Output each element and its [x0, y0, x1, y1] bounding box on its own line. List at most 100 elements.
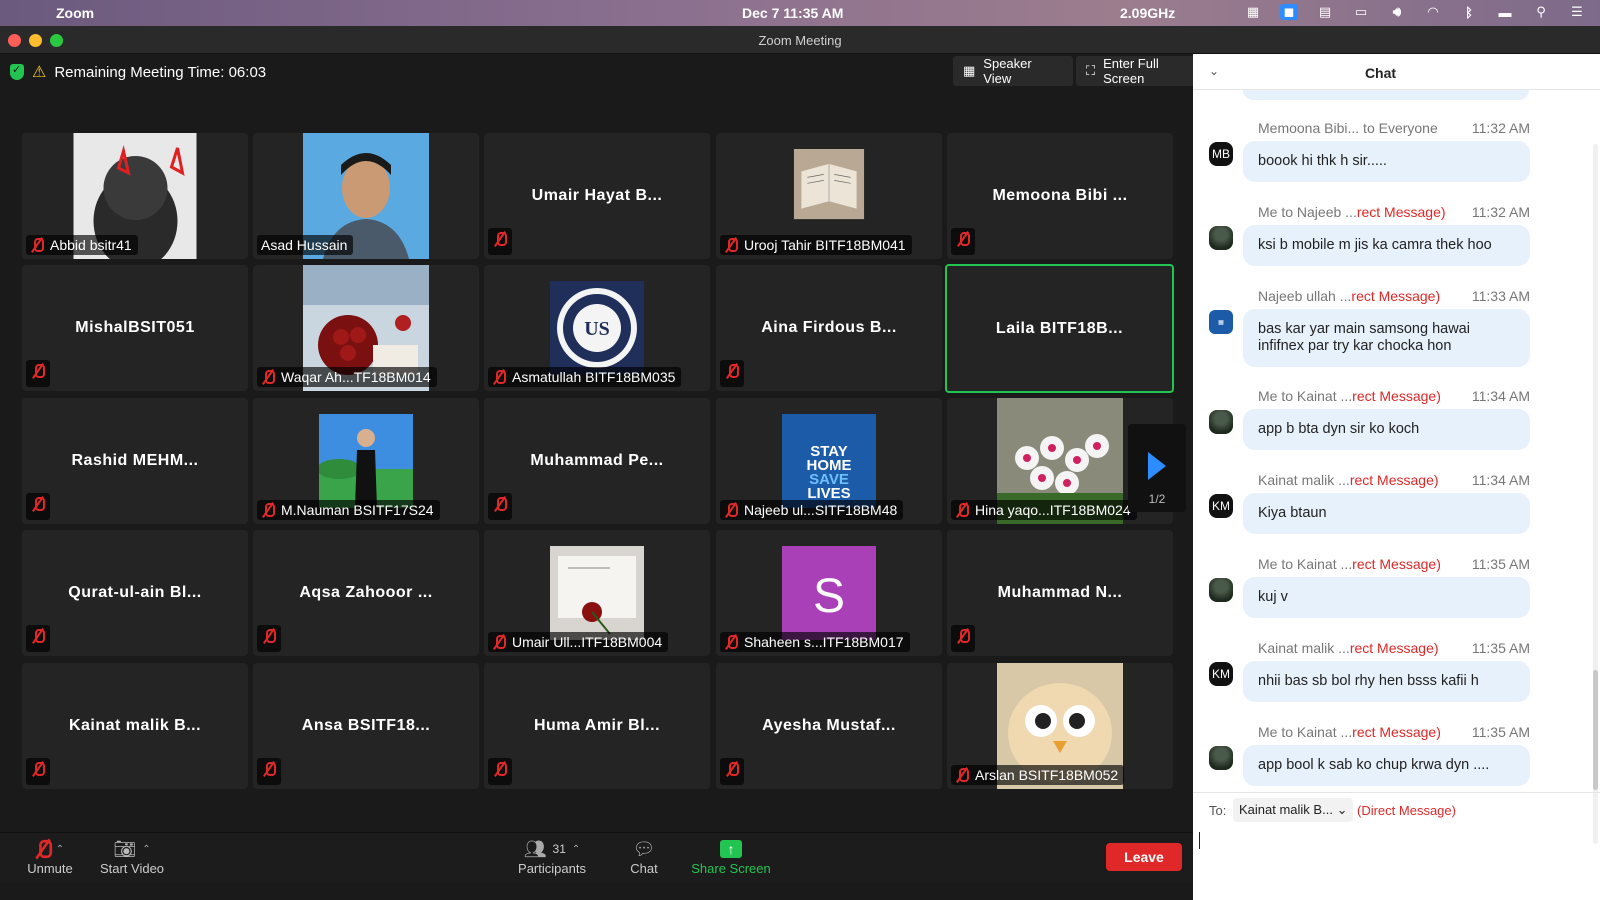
window-title: Zoom Meeting — [758, 33, 842, 48]
participant-photo — [319, 414, 413, 508]
battery-status-icon[interactable]: ▭ — [1352, 4, 1370, 20]
participant-tile[interactable]: US Asmatullah BITF18BM035 — [484, 265, 710, 391]
participant-tile[interactable]: S Shaheen s...ITF18BM017 — [716, 530, 942, 656]
chat-message-list[interactable]: Memoona Bibi... to Everyone 11:32 AM MB b… — [1193, 90, 1588, 840]
participant-tile[interactable]: MishalBSIT051 — [22, 265, 248, 391]
speaker-view-button[interactable]: ▦ Speaker View — [953, 56, 1073, 86]
participant-mute-status — [488, 758, 512, 785]
participant-tile[interactable]: Waqar Ah...TF18BM014 — [253, 265, 479, 391]
avatar: ▦ — [1209, 310, 1233, 334]
app-menu-name[interactable]: Zoom — [56, 5, 94, 21]
participant-tile[interactable]: Huma Amir Bl... — [484, 663, 710, 789]
participant-tile[interactable]: Muhammad Pe... — [484, 398, 710, 524]
zoom-status-icon[interactable]: ◼ — [1280, 4, 1298, 20]
chat-scroll-thumb[interactable] — [1593, 670, 1598, 790]
participant-name: Muhammad N... — [997, 584, 1123, 601]
message-bubble: app b bta dyn sir ko koch — [1243, 409, 1530, 450]
share-screen-button[interactable]: ↑ Share Screen — [690, 837, 772, 876]
page-indicator: 1/2 — [1148, 492, 1166, 506]
wifi-icon[interactable]: ◠ — [1424, 4, 1442, 20]
participant-mute-status — [488, 493, 512, 520]
participant-name: Muhammad Pe... — [530, 452, 664, 469]
participants-button[interactable]: 👥︎ 31 ⌃ Participants — [516, 837, 588, 877]
participant-tile[interactable]: Aina Firdous B... — [716, 265, 942, 391]
participant-mute-status — [488, 228, 512, 255]
mic-muted-icon — [493, 761, 507, 777]
menu-clock[interactable]: Dec 7 11:35 AM — [742, 5, 843, 21]
participant-name: Aqsa Zahooor ... — [299, 584, 433, 601]
participant-tile[interactable]: Urooj Tahir BITF18BM041 — [716, 133, 942, 259]
participant-name-label: Waqar Ah...TF18BM014 — [257, 367, 437, 387]
participant-name: Laila BITF18B... — [995, 319, 1124, 337]
participant-tile[interactable]: Rashid MEHM... — [22, 398, 248, 524]
recipient-select[interactable]: Kainat malik B... ⌄ — [1233, 798, 1354, 822]
participant-photo — [793, 149, 865, 220]
full-screen-icon: ⛶ — [1086, 63, 1096, 78]
participant-tile[interactable]: Qurat-ul-ain Bl... — [22, 530, 248, 656]
participant-tile[interactable]: Kainat malik B... — [22, 663, 248, 789]
participant-tile[interactable]: Umair Ull...ITF18BM004 — [484, 530, 710, 656]
bluetooth-icon[interactable]: ᛒ — [1460, 4, 1478, 20]
avatar — [1209, 746, 1233, 770]
participant-tile[interactable]: Arslan BSITF18BM052 — [947, 663, 1173, 789]
mic-muted-icon — [955, 502, 969, 518]
participant-mute-status — [257, 758, 281, 785]
direct-message-tag: (Direct Message) — [1357, 803, 1456, 818]
cpu-icon[interactable]: ▦ — [1244, 4, 1262, 20]
mic-muted-icon — [31, 628, 45, 644]
chevron-up-icon[interactable]: ⌃ — [56, 844, 64, 855]
participant-tile[interactable]: Umair Hayat B... — [484, 133, 710, 259]
spotlight-search-icon[interactable]: ⚲ — [1532, 4, 1550, 20]
message-meta: Me to Kainat ...rect Message) 11:35 AM — [1258, 556, 1530, 572]
next-page-button[interactable]: 1/2 — [1128, 424, 1186, 512]
mic-muted-icon — [956, 628, 970, 644]
menu-bar: Zoom Dec 7 11:35 AM 2.09GHz ▦ ◼ ▤ ▭ 🔊︎ ◠… — [0, 0, 1600, 26]
avatar — [1209, 226, 1233, 250]
participant-tile[interactable]: Muhammad N... — [947, 530, 1173, 656]
meeting-toolbar: ⌃ Unmute 📷︎ ⌃ Start Video 👥︎ 31 ⌃ Participa… — [0, 832, 1193, 882]
participant-tile[interactable]: Memoona Bibi ... — [947, 133, 1173, 259]
participant-tile[interactable]: Abbid bsitr41 — [22, 133, 248, 259]
participant-mute-status — [257, 625, 281, 652]
mic-muted-icon — [724, 502, 738, 518]
participant-tile[interactable]: Ayesha Mustaf... — [716, 663, 942, 789]
participant-name: Memoona Bibi ... — [992, 187, 1128, 204]
mic-muted-icon — [724, 237, 738, 253]
leave-button[interactable]: Leave — [1106, 843, 1182, 871]
participant-mute-status — [26, 625, 50, 652]
chevron-up-icon[interactable]: ⌃ — [142, 844, 150, 855]
participant-name: Umair Hayat B... — [531, 187, 663, 204]
volume-icon[interactable]: 🔊︎ — [1388, 4, 1406, 20]
window-layout-icon[interactable]: ▤ — [1316, 4, 1334, 20]
chat-bubble-icon: 💬︎ — [632, 838, 656, 859]
start-video-button[interactable]: 📷︎ ⌃ Start Video — [96, 837, 168, 877]
participant-mute-status — [26, 758, 50, 785]
participant-photo — [550, 546, 644, 640]
chat-button[interactable]: 💬︎ Chat — [626, 837, 662, 877]
participant-name-label: Asad Hussain — [257, 235, 354, 255]
participant-tile[interactable]: M.Nauman BSITF17S24 — [253, 398, 479, 524]
participant-tile[interactable]: Aqsa Zahooor ... — [253, 530, 479, 656]
control-center-icon[interactable]: ☰ — [1568, 4, 1586, 20]
avatar — [1209, 410, 1233, 434]
meeting-info[interactable]: ⚠ Remaining Meeting Time: 06:03 — [10, 62, 266, 82]
mic-muted-icon — [31, 363, 45, 379]
active-speaker-tile[interactable]: Laila BITF18B... — [945, 264, 1174, 393]
chevron-up-icon[interactable]: ⌃ — [572, 844, 580, 855]
participant-tile[interactable]: Asad Hussain — [253, 133, 479, 259]
battery-icon[interactable]: ▬ — [1496, 4, 1514, 20]
chat-message-input[interactable] — [1193, 824, 1600, 900]
participant-name-label: Shaheen s...ITF18BM017 — [720, 632, 910, 652]
unmute-button[interactable]: ⌃ Unmute — [22, 837, 78, 876]
speaker-view-icon: ▦ — [963, 63, 976, 78]
encryption-shield-icon[interactable] — [10, 63, 24, 80]
chevron-down-icon: ⌄ — [1336, 802, 1348, 817]
chat-panel: ⌄ Chat Memoona Bibi... to Everyone 11:32 … — [1193, 54, 1600, 900]
full-screen-button[interactable]: ⛶ Enter Full Screen — [1076, 56, 1212, 86]
participants-icon: 👥︎ — [523, 838, 547, 859]
cpu-speed[interactable]: 2.09GHz — [1120, 5, 1175, 21]
participant-tile[interactable]: Ansa BSITF18... — [253, 663, 479, 789]
mic-muted-icon — [492, 634, 506, 650]
message-bubble: ksi b mobile m jis ka camra thek hoo — [1243, 225, 1530, 266]
participant-tile[interactable]: STAY HOME SAVE LIVES Najeeb ul...SITF18B… — [716, 398, 942, 524]
